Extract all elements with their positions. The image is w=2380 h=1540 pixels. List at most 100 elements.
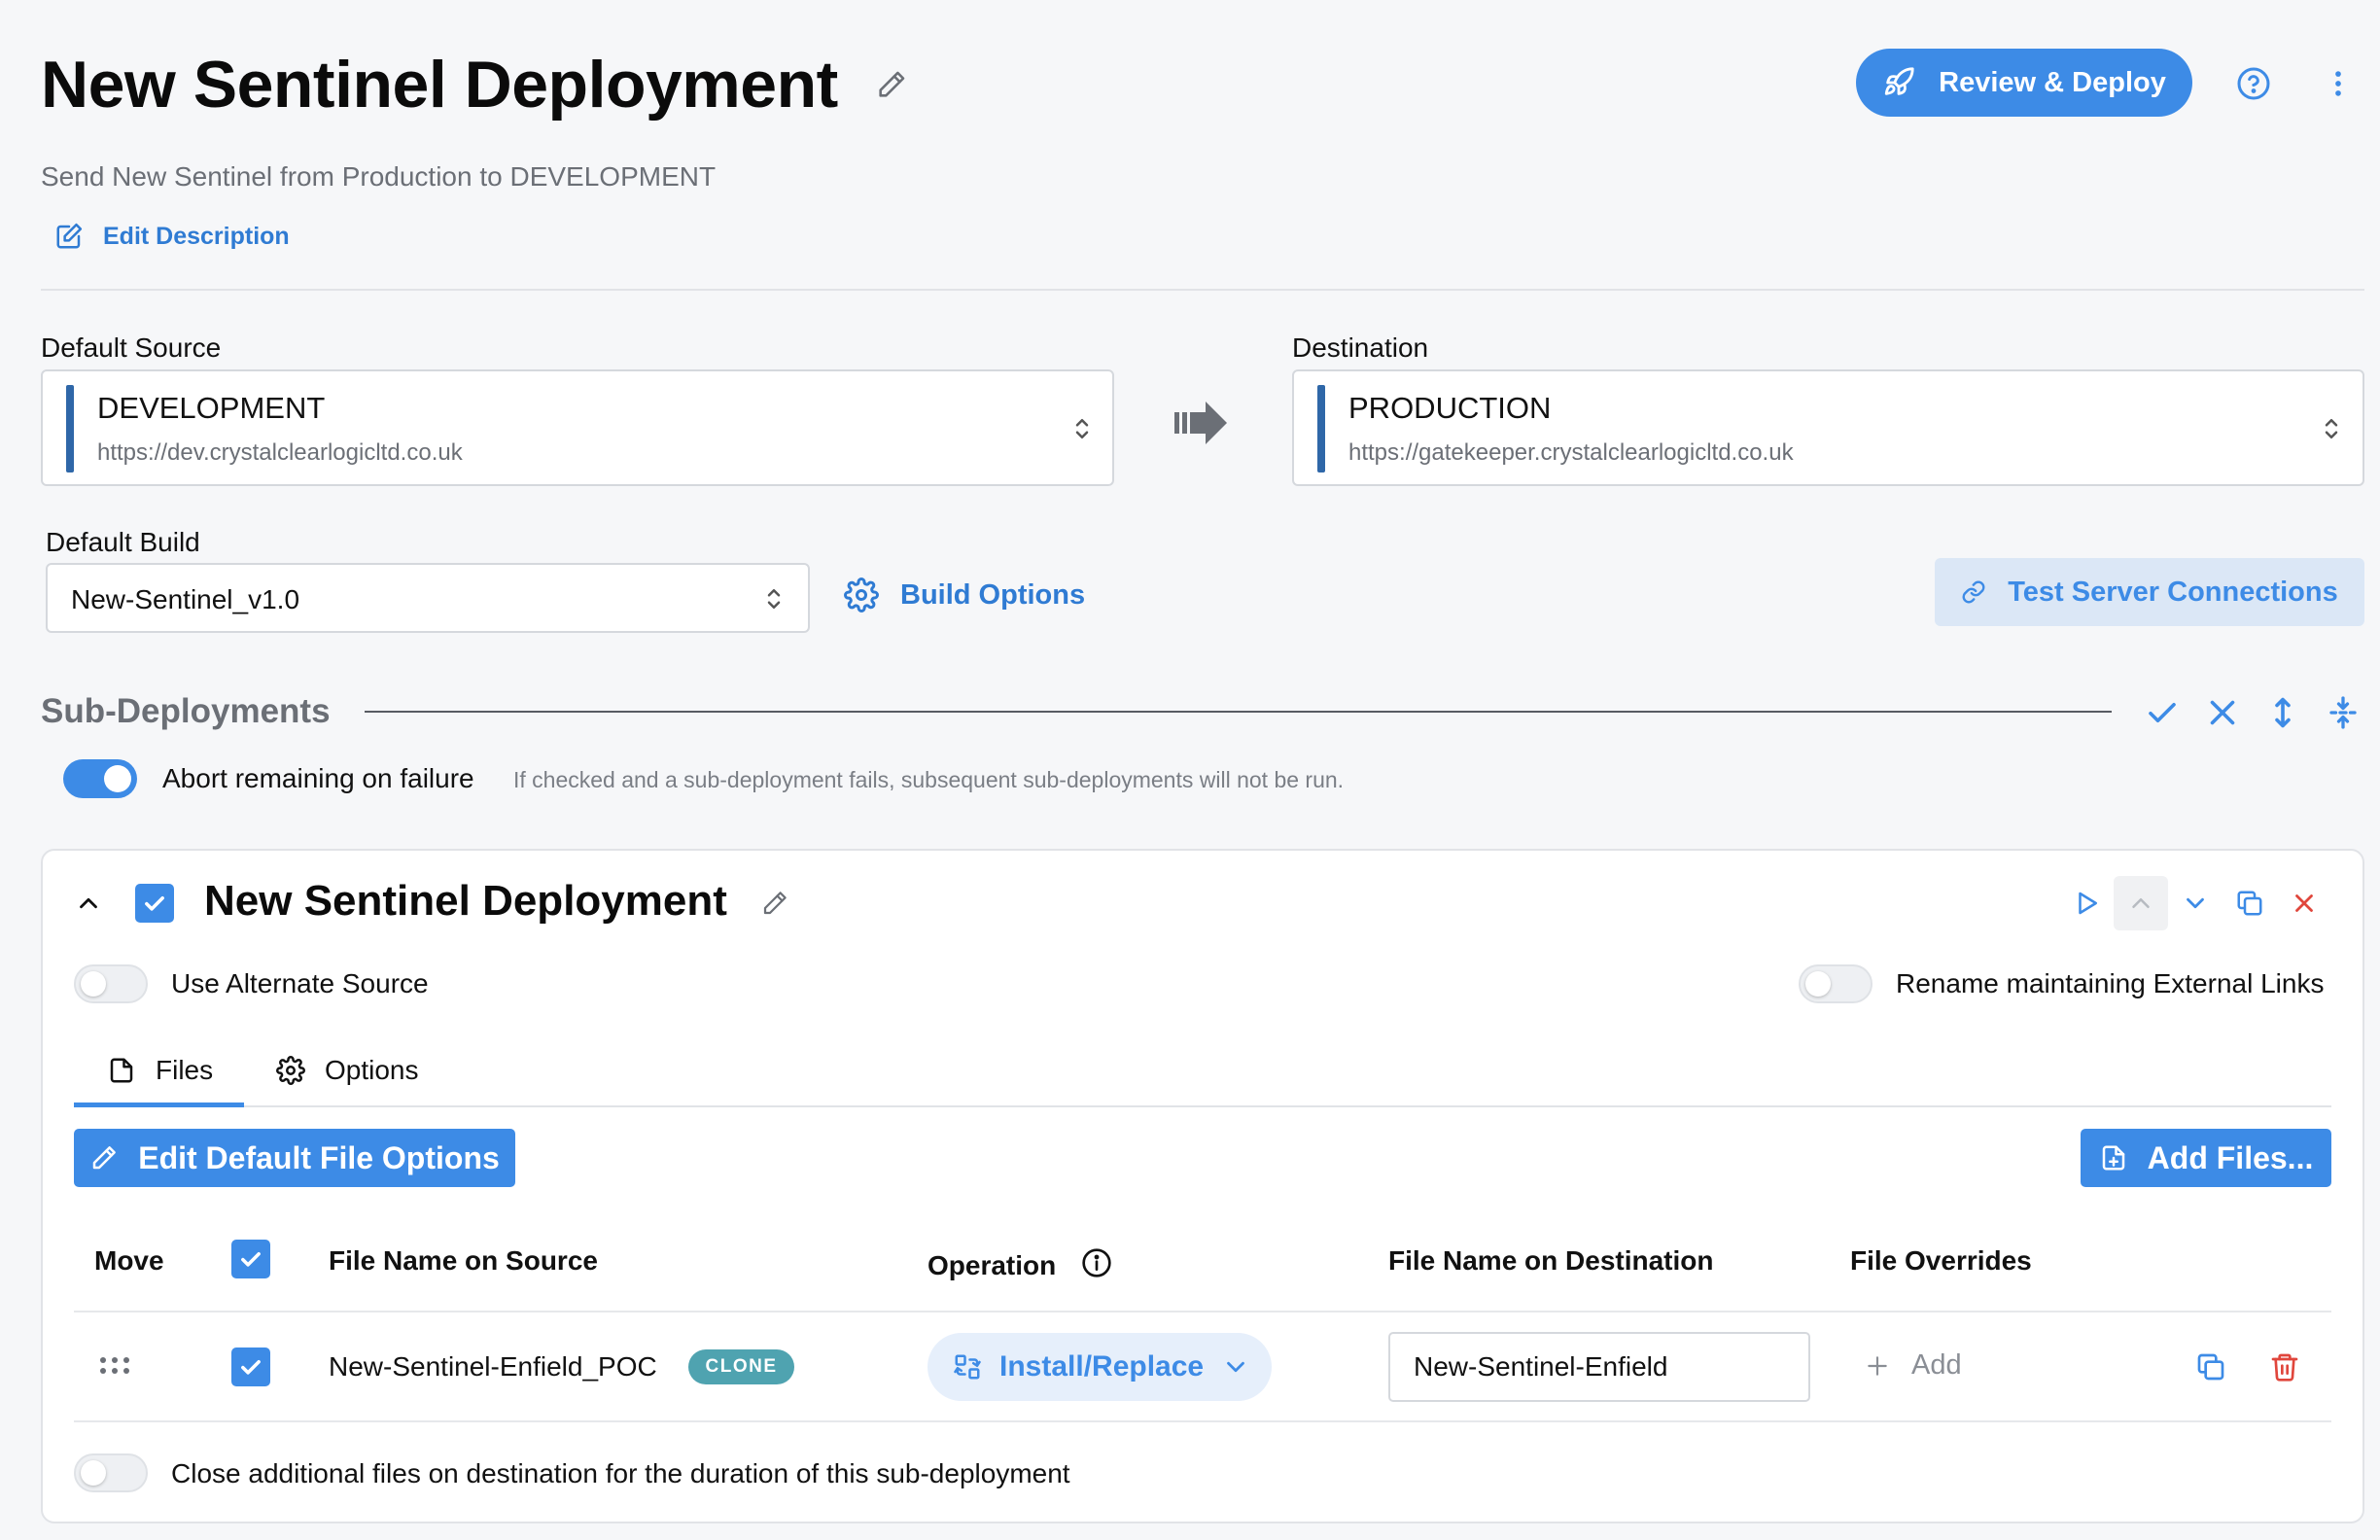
edit-default-file-options-button[interactable]: Edit Default File Options — [74, 1129, 515, 1187]
gear-icon — [844, 578, 879, 612]
source-name: DEVELOPMENT — [97, 391, 326, 425]
edit-icon — [56, 223, 83, 249]
plus-icon — [1868, 1355, 1887, 1376]
close-files-label: Close additional files on destination fo… — [171, 1458, 1070, 1488]
review-deploy-label: Review & Deploy — [1939, 66, 2166, 98]
source-url: https://dev.crystalclearlogicltd.co.uk — [97, 439, 463, 466]
destination-name: PRODUCTION — [1348, 391, 1552, 425]
close-files-toggle[interactable] — [74, 1453, 148, 1492]
review-deploy-button[interactable]: Review & Deploy — [1856, 49, 2192, 117]
tab-options[interactable]: Options — [276, 1055, 419, 1086]
use-alternate-source-toggle[interactable] — [74, 964, 148, 1003]
duplicate-icon[interactable] — [2235, 889, 2264, 918]
abort-on-failure-hint: If checked and a sub-deployment fails, s… — [513, 767, 1345, 792]
table-row-divider — [74, 1420, 2331, 1422]
destination-select[interactable]: PRODUCTION https://gatekeeper.crystalcle… — [1292, 369, 2364, 486]
close-icon[interactable] — [2290, 889, 2319, 918]
pencil-icon[interactable] — [875, 68, 908, 101]
build-value: New-Sentinel_v1.0 — [71, 584, 300, 614]
source-color-bar — [66, 385, 74, 472]
active-tab-indicator — [74, 1102, 244, 1107]
swap-icon — [954, 1354, 981, 1380]
abort-on-failure-label: Abort remaining on failure — [162, 763, 474, 793]
clone-badge: CLONE — [688, 1349, 794, 1384]
destination-label: Destination — [1292, 332, 1429, 363]
deployment-page: New Sentinel Deployment Send New Sentine… — [0, 0, 2380, 1540]
checkmark-icon — [241, 1360, 261, 1375]
test-connections-label: Test Server Connections — [2008, 576, 2338, 608]
drag-handle-icon[interactable] — [97, 1354, 132, 1378]
build-options-button[interactable]: Build Options — [844, 578, 1085, 612]
sub-deployments-divider — [365, 711, 2112, 713]
trash-icon[interactable] — [2269, 1351, 2300, 1382]
operation-value: Install/Replace — [999, 1350, 1205, 1382]
edit-description-label: Edit Description — [103, 222, 290, 250]
link-icon — [1962, 580, 1985, 604]
page-title: New Sentinel Deployment — [41, 48, 838, 122]
tab-files-label: Files — [156, 1055, 214, 1085]
info-icon[interactable] — [1081, 1247, 1112, 1278]
expand-all-icon[interactable] — [2265, 695, 2300, 730]
add-override-button[interactable]: Add — [1865, 1349, 1962, 1382]
chevron-up-icon[interactable] — [2126, 889, 2155, 918]
tab-files[interactable]: Files — [107, 1055, 213, 1086]
more-options-icon[interactable] — [2322, 66, 2355, 101]
build-label: Default Build — [46, 527, 200, 557]
build-select[interactable]: New-Sentinel_v1.0 — [46, 563, 810, 633]
column-file-overrides: File Overrides — [1850, 1245, 2032, 1276]
tab-options-label: Options — [325, 1055, 419, 1085]
checkmark-icon — [241, 1252, 261, 1267]
rename-external-links-toggle[interactable] — [1799, 964, 1872, 1003]
add-override-label: Add — [1911, 1349, 1962, 1381]
chevron-up-down-icon — [1075, 419, 1089, 438]
edit-description-link[interactable]: Edit Description — [54, 222, 290, 251]
operation-select[interactable]: Install/Replace — [928, 1333, 1272, 1401]
column-destination-name: File Name on Destination — [1388, 1245, 1714, 1276]
add-files-label: Add Files... — [2147, 1139, 2314, 1175]
column-operation: Operation — [928, 1250, 1057, 1280]
destination-color-bar — [1317, 385, 1325, 472]
rocket-icon — [1884, 67, 1914, 95]
arrow-right-icon — [1174, 402, 1227, 444]
uncheck-all-icon[interactable] — [2205, 695, 2240, 730]
tabs-underline — [74, 1105, 2331, 1107]
gear-icon — [276, 1056, 305, 1085]
collapse-all-icon[interactable] — [2326, 695, 2361, 730]
chevron-up-down-icon — [767, 589, 781, 609]
test-connections-button[interactable]: Test Server Connections — [1935, 558, 2364, 626]
chevron-up-icon[interactable] — [74, 889, 103, 918]
sub-deployment-title: New Sentinel Deployment — [204, 877, 727, 925]
destination-url: https://gatekeeper.crystalclearlogicltd.… — [1348, 439, 1794, 466]
chevron-up-down-icon — [2325, 419, 2338, 438]
duplicate-icon[interactable] — [2195, 1351, 2226, 1382]
page-description: Send New Sentinel from Production to DEV… — [41, 161, 717, 192]
header-divider — [41, 289, 2364, 291]
column-source-name: File Name on Source — [329, 1245, 598, 1276]
check-all-icon[interactable] — [2145, 695, 2180, 730]
file-icon — [110, 1058, 133, 1083]
column-move: Move — [94, 1245, 164, 1276]
use-alternate-source-label: Use Alternate Source — [171, 968, 429, 998]
rename-external-links-label: Rename maintaining External Links — [1896, 968, 2325, 998]
source-select[interactable]: DEVELOPMENT https://dev.crystalclearlogi… — [41, 369, 1114, 486]
edit-default-file-options-label: Edit Default File Options — [138, 1139, 500, 1175]
chevron-down-icon[interactable] — [2181, 889, 2210, 918]
help-icon[interactable] — [2236, 66, 2271, 101]
sub-deployments-title: Sub-Deployments — [41, 692, 331, 730]
sub-deployment-checkbox[interactable] — [135, 884, 174, 923]
pencil-icon — [92, 1146, 117, 1170]
add-files-button[interactable]: Add Files... — [2081, 1129, 2331, 1187]
checkmark-icon — [145, 896, 164, 911]
file-plus-icon — [2102, 1145, 2124, 1171]
play-icon[interactable] — [2073, 889, 2102, 918]
build-options-label: Build Options — [900, 578, 1086, 611]
abort-on-failure-toggle[interactable] — [63, 759, 137, 798]
table-header-divider — [74, 1311, 2331, 1312]
destination-file-name-input[interactable] — [1388, 1332, 1810, 1402]
pencil-icon[interactable] — [760, 889, 789, 918]
chevron-down-icon — [1227, 1361, 1244, 1373]
source-file-name: New-Sentinel-Enfield_POC — [329, 1351, 657, 1382]
source-label: Default Source — [41, 332, 222, 363]
select-all-checkbox[interactable] — [231, 1240, 270, 1278]
row-checkbox[interactable] — [231, 1348, 270, 1386]
